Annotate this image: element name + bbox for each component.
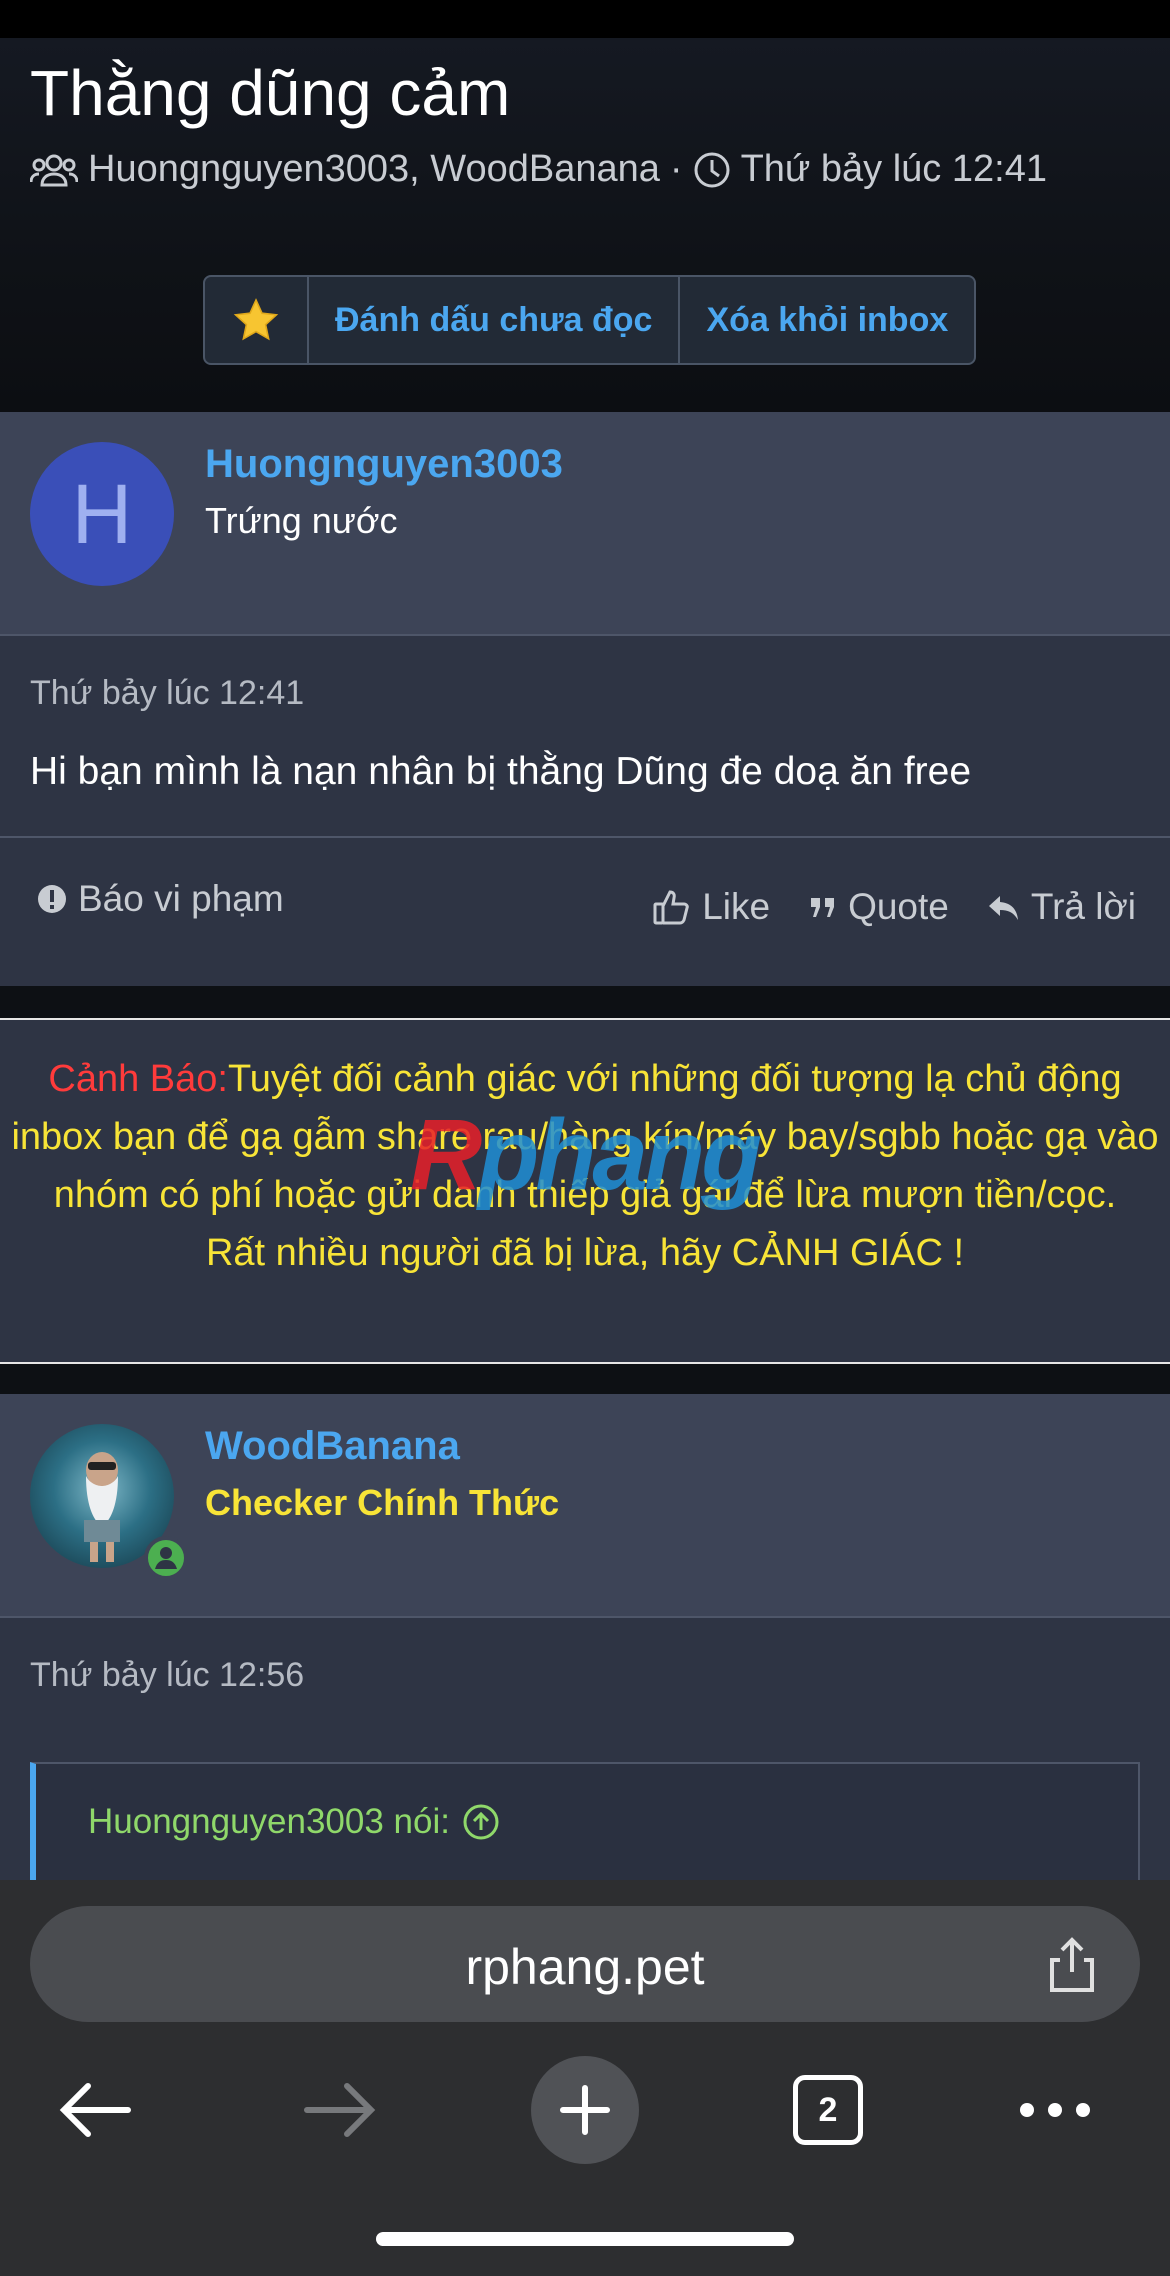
post-author-header: H Huongnguyen3003 Trứng nước xyxy=(0,412,1170,636)
user-role: Checker Chính Thức xyxy=(205,1482,560,1523)
remove-inbox-button[interactable]: Xóa khỏi inbox xyxy=(680,277,974,363)
reply-button[interactable]: Trả lời xyxy=(987,886,1136,928)
alert-icon xyxy=(38,885,66,913)
clock-icon xyxy=(693,151,731,189)
warning-footer: Rất nhiều người đã bị lừa, hãy CẢNH GIÁC… xyxy=(205,1232,964,1274)
arrow-left-icon xyxy=(59,2083,131,2137)
warning-banner: Cảnh Báo:Tuyệt đối cảnh giác với những đ… xyxy=(0,1018,1170,1364)
user-role: Trứng nước xyxy=(205,500,398,541)
post-time[interactable]: Thứ bảy lúc 12:41 xyxy=(30,674,304,713)
meta-separator: · xyxy=(669,148,683,190)
thread-header: Thằng dũng cảm Huongnguyen3003, WoodBana… xyxy=(0,38,1170,412)
quote-icon xyxy=(811,898,835,917)
browser-nav: 2 xyxy=(0,2050,1170,2170)
username[interactable]: WoodBanana xyxy=(205,1424,460,1469)
thread-title: Thằng dũng cảm xyxy=(30,57,511,129)
arrow-up-circle-icon xyxy=(463,1804,499,1840)
url-text: rphang.pet xyxy=(465,1939,705,1995)
reply-label: Trả lời xyxy=(1030,886,1136,927)
post-body: Hi bạn mình là nạn nhân bị thằng Dũng đe… xyxy=(30,750,972,793)
forward-button[interactable] xyxy=(300,2050,380,2170)
avatar[interactable] xyxy=(30,1424,188,1580)
arrow-right-icon xyxy=(304,2083,376,2137)
back-button[interactable] xyxy=(55,2050,135,2170)
thread-time: Thứ bảy lúc 12:41 xyxy=(740,148,1047,190)
browser-toolbar: rphang.pet 2 xyxy=(0,1880,1170,2276)
post-footer: Báo vi phạm Like Quote Trả lời xyxy=(0,836,1170,986)
thumbs-up-icon xyxy=(653,890,689,925)
address-bar[interactable]: rphang.pet xyxy=(30,1906,1140,2022)
tab-count: 2 xyxy=(793,2075,863,2145)
warning-label: Cảnh Báo: xyxy=(48,1058,228,1100)
new-tab-button[interactable] xyxy=(531,2050,639,2170)
status-bar xyxy=(0,0,1170,38)
more-dots-icon xyxy=(1020,2103,1090,2117)
like-label: Like xyxy=(702,886,771,927)
like-button[interactable]: Like xyxy=(652,886,770,928)
online-status-icon xyxy=(144,1536,188,1580)
more-menu-button[interactable] xyxy=(1010,2050,1100,2170)
thread-actions: Đánh dấu chưa đọc Xóa khỏi inbox xyxy=(203,275,977,365)
message-post-1: H Huongnguyen3003 Trứng nước Thứ bảy lúc… xyxy=(0,412,1170,986)
post-actions: Like Quote Trả lời xyxy=(652,886,1136,928)
username[interactable]: Huongnguyen3003 xyxy=(205,442,563,487)
quote-label: Quote xyxy=(848,886,949,927)
share-icon xyxy=(1050,1937,1094,1992)
thread-meta: Huongnguyen3003, WoodBanana · Thứ bảy lú… xyxy=(30,148,1047,191)
quote-author-label: Huongnguyen3003 nói: xyxy=(88,1802,450,1841)
quote-button[interactable]: Quote xyxy=(808,886,949,928)
tabs-button[interactable]: 2 xyxy=(793,2050,863,2170)
plus-icon xyxy=(560,2085,610,2135)
participants: Huongnguyen3003, WoodBanana xyxy=(88,148,660,190)
report-label: Báo vi phạm xyxy=(78,878,284,919)
post-time[interactable]: Thứ bảy lúc 12:56 xyxy=(30,1656,304,1695)
warning-text: Cảnh Báo:Tuyệt đối cảnh giác với những đ… xyxy=(10,1050,1160,1282)
star-button[interactable] xyxy=(205,277,309,363)
quote-block: Huongnguyen3003 nói: xyxy=(30,1762,1140,1892)
share-button[interactable] xyxy=(1044,1934,1100,1999)
report-button[interactable]: Báo vi phạm xyxy=(36,878,284,920)
home-indicator[interactable] xyxy=(376,2232,794,2246)
reply-icon xyxy=(988,896,1018,920)
post-author-header: WoodBanana Checker Chính Thức xyxy=(0,1394,1170,1618)
users-icon xyxy=(30,152,78,188)
avatar[interactable]: H xyxy=(30,442,174,586)
mark-unread-button[interactable]: Đánh dấu chưa đọc xyxy=(309,277,681,363)
star-icon xyxy=(233,298,279,341)
quote-author[interactable]: Huongnguyen3003 nói: xyxy=(88,1802,500,1842)
